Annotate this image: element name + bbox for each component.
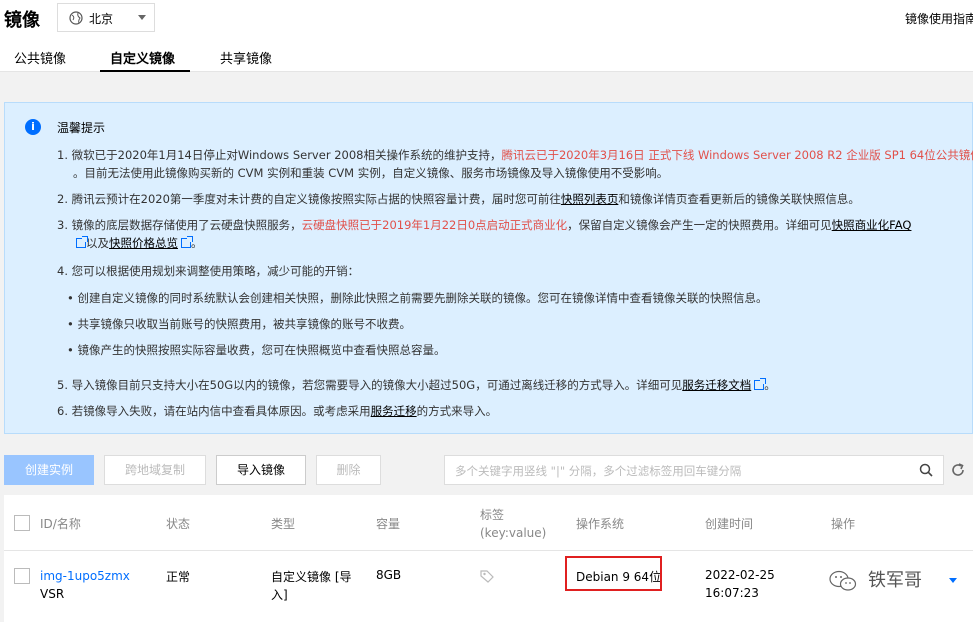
- cross-region-copy-button[interactable]: 跨地域复制: [104, 455, 206, 485]
- image-type-line2: 入]: [271, 588, 288, 602]
- service-migration-link[interactable]: 服务迁移: [371, 404, 417, 418]
- migration-doc-link[interactable]: 服务迁移文档: [682, 378, 751, 392]
- col-os: 操作系统: [576, 517, 625, 531]
- col-id: ID/名称: [40, 517, 81, 531]
- image-id-link[interactable]: img-1upo5zmx: [40, 569, 130, 583]
- tab-public-images[interactable]: 公共镜像: [14, 48, 66, 67]
- create-instance-button[interactable]: 创建实例: [4, 455, 94, 485]
- image-created-date: 2022-02-25: [705, 568, 775, 582]
- notice-bullet-2: • 共享镜像只收取当前账号的快照费用，被共享镜像的账号不收费。: [67, 317, 411, 331]
- wechat-watermark-icon: [829, 570, 857, 591]
- select-all-checkbox[interactable]: [14, 515, 30, 531]
- col-tag: 标签 (key:value): [480, 508, 547, 540]
- more-actions-chevron-icon[interactable]: [949, 578, 957, 583]
- import-image-button[interactable]: 导入镜像: [216, 455, 306, 485]
- chevron-down-icon: [138, 15, 146, 20]
- image-table: ID/名称 状态 类型 容量 标签 (key:value) 操作系统 创建时间 操…: [4, 495, 973, 622]
- notice-line-6: 6. 若镜像导入失败，请在站内信中查看具体原因。或考虑采用服务迁移的方式来导入。: [57, 404, 498, 418]
- col-created: 创建时间: [705, 517, 754, 531]
- search-placeholder: 多个关键字用竖线 "|" 分隔，多个过滤标签用回车键分隔: [455, 464, 742, 478]
- image-guide-link[interactable]: 镜像使用指南: [905, 10, 973, 27]
- image-status: 正常: [166, 570, 191, 584]
- notice-bullet-3: • 镜像产生的快照按照实际容量收费，您可在快照概览中查看快照总容量。: [67, 343, 446, 357]
- col-type: 类型: [271, 517, 296, 531]
- col-action: 操作: [831, 517, 856, 531]
- snapshot-faq-link[interactable]: 快照商业化FAQ: [832, 218, 912, 232]
- col-capacity: 容量: [376, 517, 401, 531]
- col-status: 状态: [166, 517, 191, 531]
- region-select[interactable]: 北京: [57, 3, 155, 32]
- image-name: VSR: [40, 587, 65, 601]
- tab-shared-images[interactable]: 共享镜像: [220, 48, 272, 67]
- table-header-row: ID/名称 状态 类型 容量 标签 (key:value) 操作系统 创建时间 操…: [4, 495, 973, 551]
- external-link-icon: [76, 236, 88, 248]
- tab-custom-images[interactable]: 自定义镜像: [110, 48, 175, 67]
- row-checkbox[interactable]: [14, 568, 30, 584]
- tag-icon[interactable]: [480, 569, 494, 583]
- region-label: 北京: [89, 12, 114, 26]
- os-highlight-box: [565, 556, 662, 591]
- search-icon[interactable]: [919, 463, 933, 477]
- watermark-text: 铁军哥: [868, 570, 922, 591]
- search-input[interactable]: 多个关键字用竖线 "|" 分隔，多个过滤标签用回车键分隔: [444, 455, 944, 485]
- image-type-line1: 自定义镜像 [导: [271, 570, 352, 584]
- refresh-icon[interactable]: [950, 462, 966, 478]
- active-tab-indicator: [100, 70, 190, 72]
- notice-line-1-cont: 。目前无法使用此镜像购买新的 CVM 实例和重装 CVM 实例，自定义镜像、服务…: [73, 166, 669, 180]
- notice-title: 温馨提示: [57, 121, 106, 135]
- snapshot-price-link[interactable]: 快照价格总览: [109, 236, 178, 250]
- image-created-time: 16:07:23: [705, 586, 759, 600]
- delete-button[interactable]: 删除: [316, 455, 381, 485]
- page-header: 镜像 北京 镜像使用指南 公共镜像 自定义镜像 共享镜像: [0, 0, 973, 72]
- external-link-icon: [181, 236, 193, 248]
- notice-panel: i 温馨提示 1. 微软已于2020年1月14日停止对Windows Serve…: [4, 102, 973, 434]
- notice-line-3-cont: 以及快照价格总览。: [73, 235, 203, 251]
- globe-icon: [69, 11, 83, 25]
- info-icon: i: [25, 119, 41, 135]
- notice-line-4: 4. 您可以根据使用规划来调整使用策略，减少可能的开销：: [57, 264, 360, 278]
- snapshot-list-link[interactable]: 快照列表页: [561, 192, 619, 206]
- image-capacity: 8GB: [376, 568, 402, 582]
- notice-bullet-1: • 创建自定义镜像的同时系统默认会创建相关快照，删除此快照之前需要先删除关联的镜…: [67, 291, 768, 305]
- notice-line-5: 5. 导入镜像目前只支持大小在50G以内的镜像，若您需要导入的镜像大小超过50G…: [57, 378, 776, 392]
- external-link-icon: [754, 378, 767, 390]
- notice-line-1: 1. 微软已于2020年1月14日停止对Windows Server 2008相…: [57, 148, 973, 162]
- notice-line-3: 3. 镜像的底层数据存储使用了云硬盘快照服务，云硬盘快照已于2019年1月22日…: [57, 218, 912, 232]
- notice-line-2: 2. 腾讯云预计在2020第一季度对未计费的自定义镜像按照实际占据的快照容量计费…: [57, 192, 860, 206]
- page-title: 镜像: [4, 10, 40, 31]
